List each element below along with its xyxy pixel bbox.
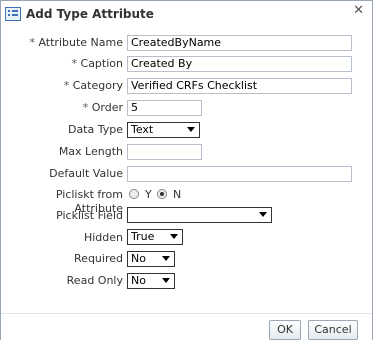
picklist-from-attribute-y-option[interactable]: Y — [129, 188, 153, 202]
cancel-button[interactable]: Cancel — [308, 320, 358, 340]
radio-n-label: N — [173, 188, 182, 201]
dropdown-arrow-icon — [170, 234, 178, 239]
close-icon[interactable]: ✕ — [353, 3, 364, 18]
default-value-input[interactable] — [127, 166, 352, 182]
required-marker: * — [71, 57, 78, 70]
hidden-label: Hidden — [83, 231, 123, 244]
radio-y[interactable] — [129, 189, 139, 199]
required-marker: * — [82, 101, 89, 114]
required-label: Required — [74, 252, 123, 265]
hidden-value: True — [131, 230, 155, 243]
max-length-label: Max Length — [58, 145, 123, 158]
dropdown-arrow-icon — [187, 127, 195, 132]
picklist-field-select[interactable] — [127, 207, 272, 223]
ok-button[interactable]: OK — [269, 320, 301, 340]
data-type-label: Data Type — [67, 123, 123, 136]
required-value: No — [131, 252, 146, 265]
hidden-select[interactable]: True — [127, 229, 183, 245]
radio-n[interactable] — [157, 189, 167, 199]
read-only-select[interactable]: No — [127, 273, 175, 289]
attribute-name-label: * Attribute Name — [29, 36, 123, 49]
order-label: * Order — [82, 101, 123, 114]
add-type-attribute-dialog: Add Type Attribute ✕ * Attribute Name Cr… — [0, 0, 373, 340]
caption-input[interactable]: Created By — [127, 56, 352, 72]
caption-label: * Caption — [71, 57, 123, 70]
required-marker: * — [29, 36, 35, 49]
dialog-titlebar: Add Type Attribute ✕ — [1, 1, 372, 28]
attribute-name-input[interactable]: CreatedByName — [127, 35, 352, 51]
default-value-label: Default Value — [49, 167, 123, 180]
data-type-select[interactable]: Text — [127, 122, 200, 138]
picklist-from-attribute-n-option[interactable]: N — [157, 188, 183, 202]
dropdown-arrow-icon — [162, 278, 170, 283]
required-select[interactable]: No — [127, 251, 175, 267]
dropdown-arrow-icon — [162, 256, 170, 261]
read-only-value: No — [131, 274, 146, 287]
required-marker: * — [63, 79, 70, 92]
dropdown-arrow-icon — [259, 212, 267, 217]
picklist-field-label: Picklist Field — [56, 209, 123, 222]
max-length-input[interactable] — [127, 144, 202, 160]
list-window-icon — [5, 7, 21, 21]
radio-y-label: Y — [145, 188, 152, 201]
category-label: * Category — [63, 79, 123, 92]
dialog-title: Add Type Attribute — [26, 7, 154, 21]
category-input[interactable]: Verified CRFs Checklist — [127, 78, 352, 94]
data-type-value: Text — [131, 123, 154, 136]
order-input[interactable]: 5 — [127, 100, 202, 116]
read-only-label: Read Only — [66, 274, 123, 287]
